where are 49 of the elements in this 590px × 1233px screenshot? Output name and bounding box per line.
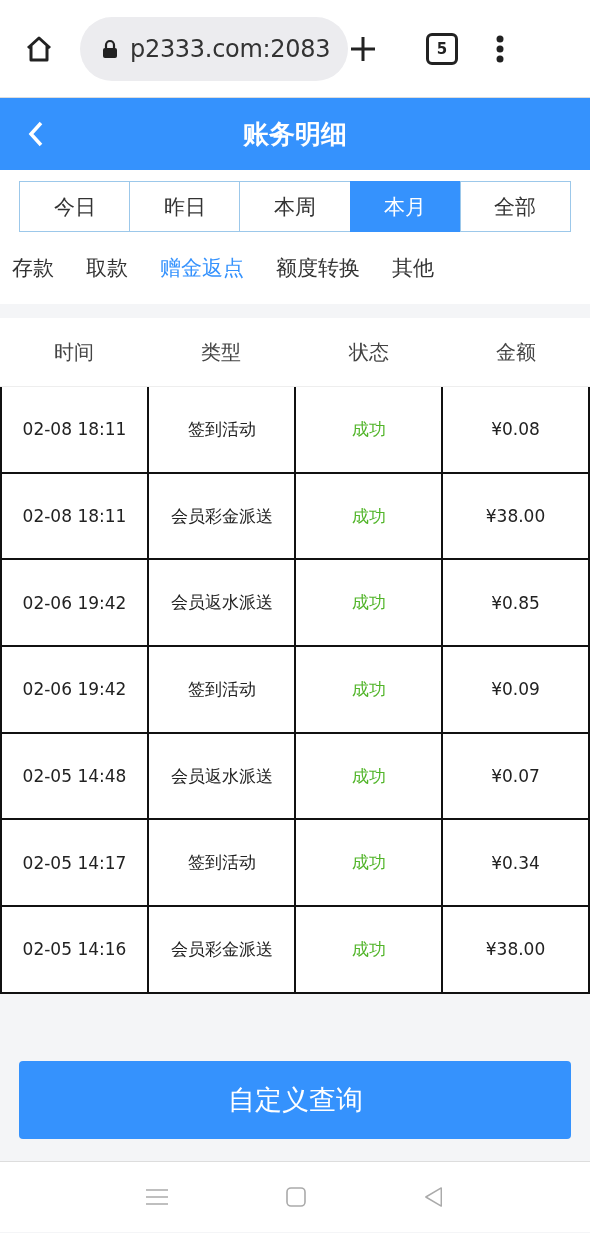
table-cell: ¥0.85 (441, 560, 590, 646)
period-tab[interactable]: 本周 (239, 181, 351, 232)
column-header: 状态 (347, 338, 390, 366)
period-tab[interactable]: 今日 (19, 181, 131, 232)
back-icon[interactable] (28, 121, 44, 147)
category-tab[interactable]: 额度转换 (276, 250, 360, 286)
status-cell: 成功 (294, 820, 441, 906)
url-text: p2333.com:2083 (130, 34, 331, 63)
status-cell: 成功 (294, 647, 441, 732)
table-cell: 会员彩金派送 (147, 907, 294, 992)
lock-icon (102, 38, 118, 59)
table-cell: ¥0.08 (441, 387, 590, 472)
status-cell: 成功 (294, 560, 441, 646)
table-cell: ¥0.07 (441, 733, 590, 819)
table-cell: 会员返水派送 (147, 733, 294, 819)
tab-count-button[interactable]: 5 (426, 32, 458, 65)
table-cell: 02-05 14:17 (0, 820, 147, 906)
table-cell: 签到活动 (147, 820, 294, 906)
menu-icon[interactable] (496, 34, 504, 63)
back-triangle-icon[interactable] (424, 1185, 444, 1208)
category-tab[interactable]: 其他 (392, 250, 434, 286)
table-cell: ¥0.34 (441, 820, 590, 906)
status-cell: 成功 (294, 907, 441, 992)
page-title: 账务明细 (243, 117, 347, 151)
column-header: 时间 (52, 338, 95, 366)
address-bar[interactable]: p2333.com:2083 (80, 16, 348, 81)
table-cell: 02-05 14:48 (0, 733, 147, 819)
status-cell: 成功 (294, 473, 441, 559)
table-cell: 02-08 18:11 (0, 387, 147, 472)
table-cell: 02-05 14:16 (0, 907, 147, 992)
table-cell: 02-06 19:42 (0, 647, 147, 732)
table-cell: 02-06 19:42 (0, 560, 147, 646)
column-header: 金额 (495, 338, 538, 366)
table-cell: 签到活动 (147, 647, 294, 732)
table-cell: 签到活动 (147, 387, 294, 472)
status-cell: 成功 (294, 733, 441, 819)
table-cell: 会员返水派送 (147, 560, 294, 646)
table-cell: ¥38.00 (441, 473, 590, 559)
table-cell: ¥0.09 (441, 647, 590, 732)
category-tab[interactable]: 存款 (12, 250, 54, 286)
category-tab[interactable]: 取款 (86, 250, 128, 286)
period-tab[interactable]: 昨日 (129, 181, 241, 232)
period-tab[interactable]: 全部 (459, 181, 571, 232)
status-cell: 成功 (294, 387, 441, 472)
table-cell: 02-08 18:11 (0, 473, 147, 559)
column-header: 类型 (200, 338, 243, 366)
table-cell: 会员彩金派送 (147, 473, 294, 559)
square-icon[interactable] (286, 1186, 306, 1207)
table-cell: ¥38.00 (441, 907, 590, 992)
